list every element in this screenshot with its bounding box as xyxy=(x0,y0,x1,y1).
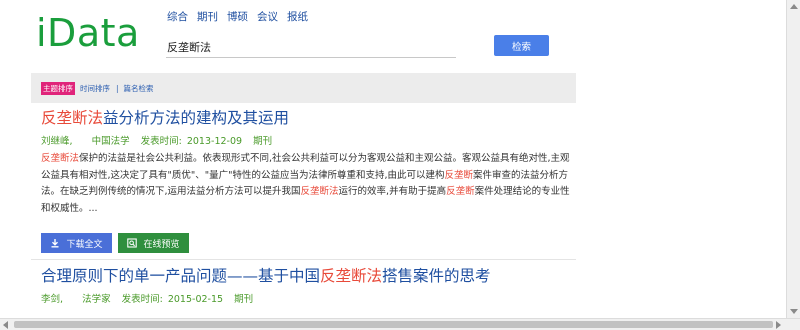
idata-logo[interactable]: iData xyxy=(36,10,140,56)
result-author[interactable]: 李剑, xyxy=(41,294,63,305)
date-label: 发表时间: xyxy=(121,294,163,305)
scroll-up-arrow-icon[interactable] xyxy=(790,4,798,9)
result-title[interactable]: 合理原则下的单一产品问题——基于中国反垄断法搭售案件的思考 xyxy=(41,265,571,287)
search-button[interactable]: 检索 xyxy=(494,35,549,56)
download-icon xyxy=(50,238,60,248)
sort-by-time[interactable]: 时间排序 xyxy=(80,83,110,94)
result-item: 反垄断法益分析方法的建构及其运用 刘继峰, 中国法学 发表时间: 2013-12… xyxy=(41,107,571,217)
sort-separator: | xyxy=(116,83,119,93)
title-text: 益分析方法的建构及其运用 xyxy=(103,109,290,127)
result-snippet: 反垄断法保护的法益是社会公共利益。依表现形式不同,社会公共利益可以分为客观公益和… xyxy=(41,151,571,217)
result-type: 期刊 xyxy=(234,294,254,305)
result-date: 2015-02-15 xyxy=(167,294,224,305)
sort-by-topic[interactable]: 主题排序 xyxy=(41,81,75,95)
result-date: 2013-12-09 xyxy=(186,136,243,147)
result-journal[interactable]: 中国法学 xyxy=(92,136,130,147)
preview-label: 在线预览 xyxy=(143,239,180,250)
nav-comprehensive[interactable]: 综合 xyxy=(167,9,188,24)
result-journal[interactable]: 法学家 xyxy=(82,294,111,305)
download-label: 下载全文 xyxy=(66,239,103,250)
result-meta: 李剑, 法学家 发表时间: 2015-02-15 期刊 xyxy=(41,291,571,305)
nav-journals[interactable]: 期刊 xyxy=(197,9,218,24)
result-title[interactable]: 反垄断法益分析方法的建构及其运用 xyxy=(41,107,571,129)
title-text: 合理原则下的单一产品问题——基于中国 xyxy=(41,267,321,285)
scroll-down-arrow-icon[interactable] xyxy=(790,309,798,314)
vertical-scrollbar[interactable] xyxy=(786,0,800,318)
search-input[interactable] xyxy=(166,36,456,58)
search-results-page: iData 综合 期刊 博硕 会议 报纸 检索 主题排序 时间排序 | 篇名检索… xyxy=(0,0,786,318)
title-highlight: 反垄断法 xyxy=(41,109,104,127)
preview-button[interactable]: 在线预览 xyxy=(118,233,189,253)
result-type: 期刊 xyxy=(253,136,273,147)
result-divider xyxy=(31,259,576,260)
title-search[interactable]: 篇名检索 xyxy=(124,83,154,94)
scroll-left-arrow-icon[interactable] xyxy=(3,321,8,329)
download-button[interactable]: 下载全文 xyxy=(41,233,112,253)
title-highlight: 反垄断法 xyxy=(320,267,383,285)
horizontal-scrollbar[interactable] xyxy=(0,318,800,330)
horizontal-scroll-thumb[interactable] xyxy=(14,321,773,328)
result-author[interactable]: 刘继峰, xyxy=(41,136,73,147)
result-meta: 刘继峰, 中国法学 发表时间: 2013-12-09 期刊 xyxy=(41,133,571,147)
result-actions: 下载全文 在线预览 xyxy=(41,233,189,253)
snippet-highlight: 反垄断 xyxy=(446,186,475,197)
scroll-right-arrow-icon[interactable] xyxy=(776,321,781,329)
sort-bar: 主题排序 时间排序 | 篇名检索 xyxy=(31,73,576,103)
snippet-highlight: 反垄断法 xyxy=(300,186,339,197)
result-item: 合理原则下的单一产品问题——基于中国反垄断法搭售案件的思考 李剑, 法学家 发表… xyxy=(41,265,571,305)
preview-icon xyxy=(127,238,138,248)
nav-theses[interactable]: 博硕 xyxy=(227,9,248,24)
snippet-highlight: 反垄断 xyxy=(444,169,474,181)
category-nav: 综合 期刊 博硕 会议 报纸 xyxy=(167,9,308,24)
nav-conferences[interactable]: 会议 xyxy=(257,9,278,24)
snippet-highlight: 反垄断法 xyxy=(41,153,80,164)
title-text: 搭售案件的思考 xyxy=(382,267,491,285)
date-label: 发表时间: xyxy=(140,136,182,147)
nav-newspapers[interactable]: 报纸 xyxy=(287,9,308,24)
snippet-text: 运行的效率,并有助于提高 xyxy=(338,186,447,197)
